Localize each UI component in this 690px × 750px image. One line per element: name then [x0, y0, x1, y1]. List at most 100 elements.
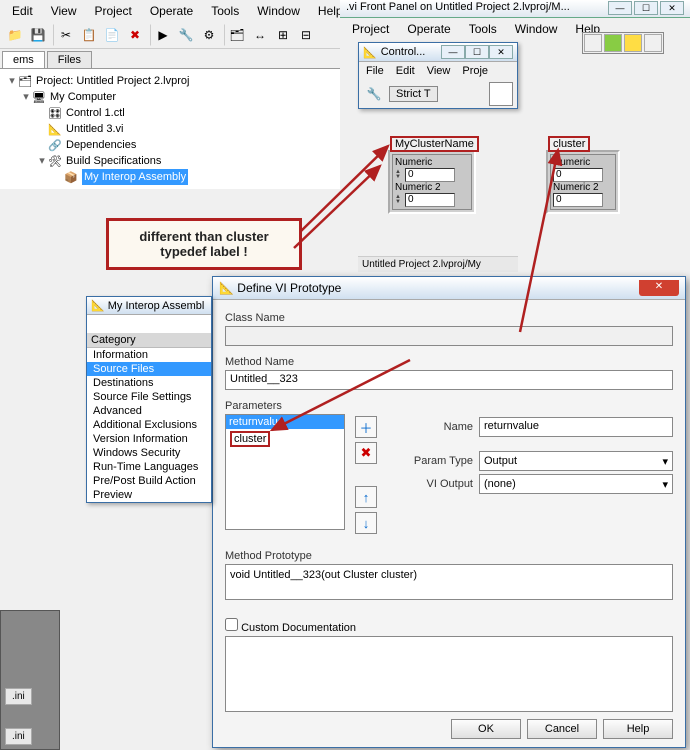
cat-source-files[interactable]: Source Files: [87, 362, 211, 376]
tool-icon2[interactable]: ⚙: [198, 24, 220, 46]
ctrl-menu-project[interactable]: Proje: [457, 64, 493, 78]
ini-label: .ini: [5, 688, 32, 705]
paste-icon[interactable]: 📄: [101, 24, 123, 46]
method-name-input[interactable]: Untitled__323: [225, 370, 673, 390]
help-button[interactable]: Help: [603, 719, 673, 739]
menu-edit[interactable]: Edit: [4, 2, 41, 20]
fp-menu-operate[interactable]: Operate: [399, 20, 458, 38]
menu-window[interactable]: Window: [249, 2, 308, 20]
define-vi-prototype-dialog: 📐 Define VI Prototype ✕ Class Name Metho…: [212, 276, 686, 748]
run-icon[interactable]: ▶: [152, 24, 174, 46]
tree-root[interactable]: Project: Untitled Project 2.lvproj: [36, 73, 189, 89]
ctrl-menu-view[interactable]: View: [422, 64, 456, 78]
vi-output-select[interactable]: (none)▾: [479, 474, 673, 494]
numeric-input-ro: 0: [553, 168, 603, 182]
ini-label: .ini: [5, 728, 32, 745]
tree-control1[interactable]: Control 1.ctl: [66, 105, 125, 121]
custom-doc-checkbox[interactable]: Custom Documentation: [225, 622, 356, 634]
minimize-button[interactable]: —: [608, 1, 632, 15]
cat-source-file-settings[interactable]: Source File Settings: [87, 390, 211, 404]
maximize-button[interactable]: ☐: [634, 1, 658, 15]
cat-runtime-languages[interactable]: Run-Time Languages: [87, 460, 211, 474]
menu-operate[interactable]: Operate: [142, 2, 201, 20]
icon-editor[interactable]: [489, 82, 513, 106]
spinner-icon[interactable]: ▲▼: [395, 195, 405, 205]
tab-items[interactable]: ems: [2, 51, 45, 68]
cluster-cluster[interactable]: cluster Numeric 0 Numeric 2 0: [546, 150, 620, 214]
cat-windows-security[interactable]: Windows Security: [87, 446, 211, 460]
param-name-input[interactable]: returnvalue: [479, 417, 673, 437]
palette-tool[interactable]: [624, 34, 642, 52]
cat-preview[interactable]: Preview: [87, 488, 211, 502]
tree-deps[interactable]: Dependencies: [66, 137, 136, 153]
category-list[interactable]: Category Information Source Files Destin…: [87, 333, 211, 502]
cancel-button[interactable]: Cancel: [527, 719, 597, 739]
ctrl-menu-file[interactable]: File: [361, 64, 389, 78]
tool-icon4[interactable]: ↔: [249, 24, 271, 46]
build-icon: 🛠: [48, 154, 64, 168]
tool-icon5[interactable]: ⊞: [272, 24, 294, 46]
palette-tool[interactable]: [604, 34, 622, 52]
class-name-label: Class Name: [225, 312, 673, 324]
copy-icon[interactable]: 📋: [78, 24, 100, 46]
tree-build[interactable]: Build Specifications: [66, 153, 161, 169]
move-up-button[interactable]: ↑: [355, 486, 377, 508]
param-item-returnvalue[interactable]: returnvalue: [226, 415, 344, 429]
delete-icon[interactable]: ✖: [124, 24, 146, 46]
palette-tool[interactable]: [584, 34, 602, 52]
fp-menu-window[interactable]: Window: [507, 20, 566, 38]
cut-icon[interactable]: ✂: [55, 24, 77, 46]
menu-tools[interactable]: Tools: [203, 2, 247, 20]
cat-destinations[interactable]: Destinations: [87, 376, 211, 390]
ctrl-max-button[interactable]: ☐: [465, 45, 489, 59]
computer-icon: 🖥: [32, 90, 48, 104]
close-button[interactable]: ✕: [660, 1, 684, 15]
numeric-input[interactable]: 0: [405, 168, 455, 182]
tool-icon3[interactable]: 🗂: [226, 24, 248, 46]
tree-interop[interactable]: My Interop Assembly: [82, 169, 188, 185]
add-param-button[interactable]: ＋: [355, 416, 377, 438]
menu-project[interactable]: Project: [86, 2, 139, 20]
menu-view[interactable]: View: [43, 2, 85, 20]
palette-tool[interactable]: [644, 34, 662, 52]
tree-untitled3[interactable]: Untitled 3.vi: [66, 121, 123, 137]
param-type-select[interactable]: Output▾: [479, 451, 673, 471]
param-type-label: Param Type: [393, 455, 473, 467]
ctrl-menu-edit[interactable]: Edit: [391, 64, 420, 78]
ok-button[interactable]: OK: [451, 719, 521, 739]
ctrl-min-button[interactable]: —: [441, 45, 465, 59]
tool-icon6[interactable]: ⊟: [295, 24, 317, 46]
move-down-button[interactable]: ↓: [355, 512, 377, 534]
cat-prepost-build[interactable]: Pre/Post Build Action: [87, 474, 211, 488]
tree-computer[interactable]: My Computer: [50, 89, 116, 105]
fp-menu-tools[interactable]: Tools: [461, 20, 505, 38]
dialog-close-button[interactable]: ✕: [639, 280, 679, 296]
save-icon[interactable]: 💾: [27, 24, 49, 46]
custom-doc-check[interactable]: [225, 618, 238, 631]
cat-advanced[interactable]: Advanced: [87, 404, 211, 418]
tools-palette[interactable]: [582, 32, 664, 54]
open-icon[interactable]: 📁: [4, 24, 26, 46]
ctrl-close-button[interactable]: ✕: [489, 45, 513, 59]
remove-param-button[interactable]: ✖: [355, 442, 377, 464]
cat-version-info[interactable]: Version Information: [87, 432, 211, 446]
wrench-icon[interactable]: 🔧: [363, 83, 385, 105]
parameters-list[interactable]: returnvalue cluster: [225, 414, 345, 530]
project-tree[interactable]: ▾🗂Project: Untitled Project 2.lvproj ▾🖥M…: [0, 69, 340, 189]
param-item-cluster[interactable]: cluster: [230, 431, 270, 447]
fp-menu-project[interactable]: Project: [344, 20, 397, 38]
cat-additional-exclusions[interactable]: Additional Exclusions: [87, 418, 211, 432]
tool-icon[interactable]: 🔧: [175, 24, 197, 46]
assembly-icon: 📦: [64, 170, 80, 184]
spinner-icon[interactable]: ▲▼: [395, 170, 405, 180]
numeric2-input-ro: 0: [553, 193, 603, 207]
labview-icon: 📐: [219, 281, 234, 295]
tab-files[interactable]: Files: [47, 51, 92, 68]
cat-information[interactable]: Information: [87, 348, 211, 362]
numeric2-input[interactable]: 0: [405, 193, 455, 207]
strict-typedef-button[interactable]: Strict T: [389, 86, 438, 102]
cluster-myclustername[interactable]: MyClusterName Numeric ▲▼0 Numeric 2 ▲▼0: [388, 150, 476, 214]
numeric2-label: Numeric 2: [553, 182, 613, 193]
nav-tabstrip: ems Files: [0, 49, 340, 69]
custom-doc-textarea[interactable]: [225, 636, 673, 712]
